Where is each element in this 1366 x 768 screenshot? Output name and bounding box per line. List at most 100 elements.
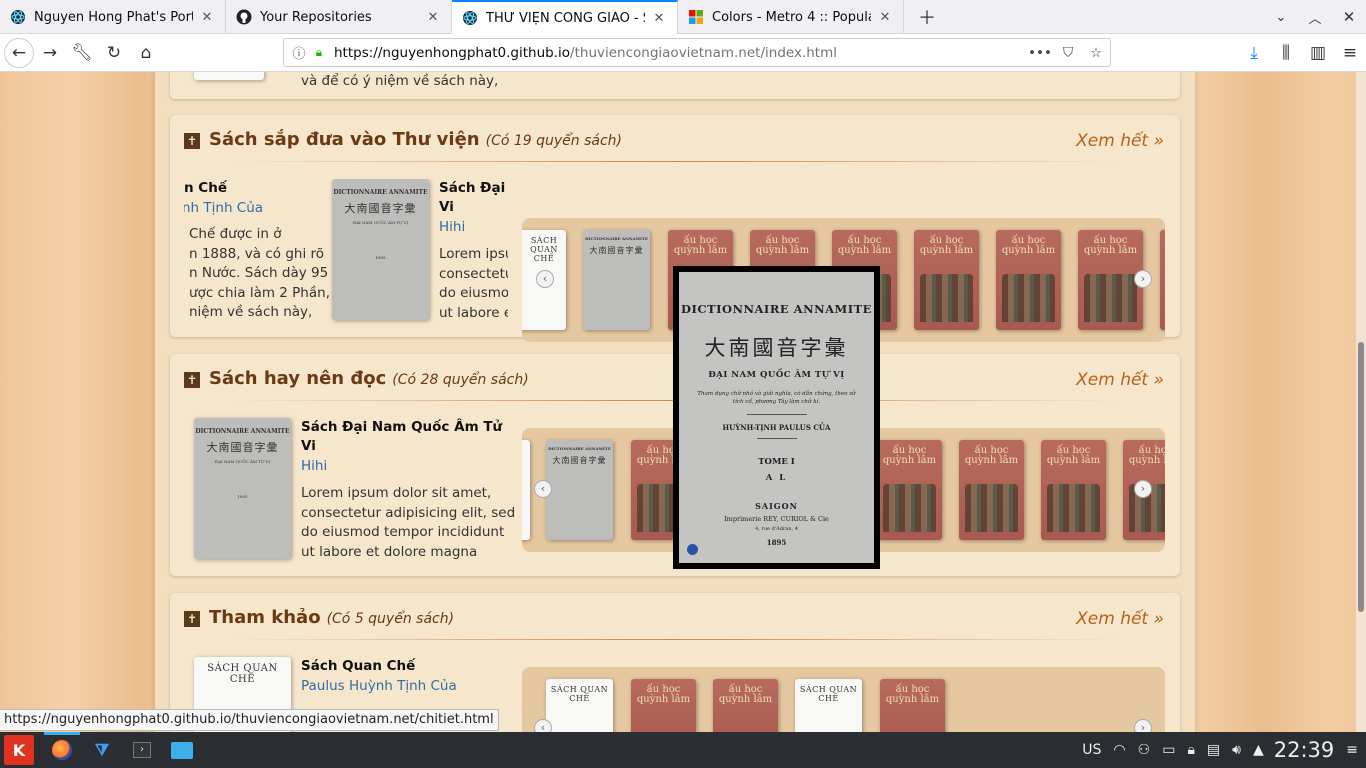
carousel-next-button[interactable]: › — [1134, 270, 1152, 288]
library-icon[interactable]: ⫼ — [1270, 37, 1302, 69]
bookmark-star-icon[interactable]: ☆ — [1082, 45, 1110, 61]
panel-menu-icon[interactable]: ≡ — [1346, 742, 1358, 758]
wrench-icon[interactable]: 🔧︎ — [66, 37, 98, 69]
section-heading: ✝ Sách hay nên đọc (Có 28 quyển sách) — [184, 368, 529, 389]
terminal-icon[interactable]: › — [122, 732, 162, 768]
sidebar-icon[interactable]: ▥ — [1302, 37, 1334, 69]
book-description: Chế được in ở n 1888, và có ghi rõ n Nướ… — [189, 226, 330, 320]
tab-portfolio[interactable]: Nguyen Hong Phat's Portfo ✕ — [0, 0, 226, 34]
book-cover[interactable]: SÁCH QUAN CHẾ — [795, 679, 862, 732]
home-button[interactable]: ⌂ — [130, 37, 162, 69]
book-title[interactable]: Sách Đại Nam Quốc Âm Tử Vi — [301, 418, 511, 456]
carousel-prev-button[interactable]: ‹ — [534, 719, 552, 732]
close-tab-icon[interactable]: ✕ — [425, 10, 441, 25]
section-count: (Có 28 quyển sách) — [392, 372, 529, 388]
section-heading: ✝ Sách sắp đưa vào Thư viện (Có 19 quyển… — [184, 129, 622, 150]
book-author[interactable]: Paulus Huỳnh Tịnh Của — [301, 677, 457, 696]
section-title: Sách hay nên đọc — [209, 368, 387, 389]
book-cover[interactable] — [1160, 230, 1165, 330]
book-cover[interactable]: DICTIONNAIRE ANNAMITE 大南國音字彙 ĐẠI NAM QUỐ… — [332, 179, 429, 320]
preview-address: 4, rue d'Adran, 4 — [755, 526, 798, 532]
book-title[interactable]: Sách Đại Vi — [439, 179, 508, 217]
tab-thu-vien[interactable]: THƯ VIỆN CÔNG GIÁO - Sit ✕ — [452, 0, 678, 34]
cover-title: ấu học quỳnh lâm — [755, 235, 810, 256]
volume-icon[interactable]: 🔊︎ — [1232, 742, 1241, 758]
pocket-icon[interactable]: ⛉ — [1054, 45, 1082, 61]
cover-title: SÁCH QUAN CHẾ — [799, 685, 858, 703]
reload-button[interactable]: ↻ — [98, 37, 130, 69]
book-author[interactable]: ynh Tịnh Của — [184, 199, 263, 218]
cover-title: DICTIONNAIRE ANNAMITE — [548, 446, 611, 451]
menu-icon[interactable]: ≡ — [1334, 37, 1366, 69]
cover-chinese: 大南國音字彙 — [206, 441, 279, 454]
cover-title: DICTIONNAIRE ANNAMITE — [585, 236, 648, 241]
carousel-next-button[interactable]: › — [1134, 719, 1152, 732]
cover-title: ấu học quỳnh lâm — [964, 445, 1019, 466]
download-icon[interactable]: ⤓ — [1238, 37, 1270, 69]
new-tab-button[interactable]: ＋ — [904, 0, 950, 34]
book-cover[interactable]: DICTIONNAIRE ANNAMITE 大南國音字彙 ĐẠI NAM QUỐ… — [194, 418, 291, 559]
book-author[interactable]: Hihi — [439, 218, 465, 237]
section-count: (Có 5 quyển sách) — [326, 611, 455, 627]
firefox-icon[interactable] — [42, 732, 82, 768]
react-icon — [10, 9, 26, 25]
app-launcher-icon[interactable]: K — [4, 735, 34, 765]
book-title[interactable]: Sách Quan Chế — [301, 657, 415, 676]
cover-title: SÁCH QUAN CHẾ — [207, 663, 278, 685]
url-bar[interactable]: ⓘ 🔒︎ https://nguyenhongphat0.github.io/t… — [283, 38, 1111, 67]
see-all-link[interactable]: Xem hết » — [1076, 370, 1164, 390]
carousel-prev-button[interactable]: ‹ — [534, 480, 552, 498]
chevron-down-icon[interactable]: ⌄ — [1264, 0, 1298, 34]
book-cover[interactable]: ấu học quỳnh lâm — [996, 230, 1061, 330]
battery-icon[interactable]: ▭ — [1162, 742, 1175, 758]
lock-screen-icon[interactable]: 🔒︎ — [1187, 742, 1194, 758]
close-tab-icon[interactable]: ✕ — [877, 10, 893, 25]
book-cover[interactable] — [194, 72, 264, 80]
close-window-button[interactable]: ✕ — [1332, 0, 1366, 34]
book-cover[interactable] — [522, 440, 530, 540]
clock[interactable]: 22:39 — [1274, 738, 1335, 762]
page-actions-icon[interactable]: ••• — [1026, 45, 1054, 61]
book-title[interactable]: n Chế — [184, 179, 324, 198]
book-cover[interactable]: ấu học quỳnh lâm — [959, 440, 1024, 540]
back-button[interactable]: ← — [4, 37, 34, 68]
book-cover[interactable]: DICTIONNAIRE ANNAMITE 大南國音字彙 — [546, 440, 613, 540]
book-cover[interactable]: ấu học quỳnh lâm — [877, 440, 942, 540]
url-host: https://nguyenhongphat0.github.io — [334, 44, 571, 61]
book-cover[interactable]: ấu học quỳnh lâm — [1041, 440, 1106, 540]
book-description: Lorem ipsu consectetu do eiusmo ut labor… — [439, 246, 508, 321]
tray-expand-icon[interactable]: ▲ — [1253, 742, 1264, 758]
section-heading: ✝ Tham khảo (Có 5 quyển sách) — [184, 607, 454, 628]
carousel-next-button[interactable]: › — [1134, 480, 1152, 498]
book-cover[interactable]: ấu học quỳnh lâm — [713, 679, 778, 732]
tab-metro-colors[interactable]: Colors - Metro 4 :: Popular ✕ — [678, 0, 904, 34]
see-all-link[interactable]: Xem hết » — [1076, 131, 1164, 151]
vscode-icon[interactable]: ⧩ — [82, 732, 122, 768]
keyboard-layout[interactable]: US — [1082, 742, 1101, 758]
cross-icon: ✝ — [184, 611, 200, 627]
book-author[interactable]: Hihi — [301, 457, 327, 476]
scrollbar-thumb[interactable] — [1358, 342, 1364, 612]
page-scrollbar[interactable] — [1356, 72, 1366, 732]
cover-title: SÁCH QUAN CHẾ — [530, 236, 558, 263]
book-cover[interactable]: ấu học quỳnh lâm — [631, 679, 696, 732]
minimize-button[interactable]: ︿ — [1298, 0, 1332, 34]
tab-repositories[interactable]: Your Repositories ✕ — [226, 0, 452, 34]
see-all-link[interactable]: Xem hết » — [1076, 609, 1164, 629]
section-count: (Có 19 quyển sách) — [485, 133, 623, 149]
wifi-icon[interactable]: ◠ — [1113, 742, 1125, 758]
info-icon[interactable]: ⓘ — [288, 43, 310, 62]
book-cover[interactable]: ấu học quỳnh lâm — [914, 230, 979, 330]
book-cover[interactable]: SÁCH QUAN CHẾ — [546, 679, 613, 732]
book-cover[interactable]: DICTIONNAIRE ANNAMITE 大南國音字彙 — [583, 230, 650, 330]
forward-button[interactable]: → — [34, 37, 66, 69]
cover-title: ấu học quỳnh lâm — [1001, 235, 1056, 256]
cover-title: ấu học quỳnh lâm — [1046, 445, 1101, 466]
close-tab-icon[interactable]: ✕ — [199, 10, 215, 25]
user-icon[interactable]: ⚇ — [1138, 742, 1151, 758]
file-manager-icon[interactable] — [162, 732, 202, 768]
carousel-prev-button[interactable]: ‹ — [536, 270, 554, 288]
book-cover[interactable]: ấu học quỳnh lâm — [880, 679, 945, 732]
clipboard-icon[interactable]: ▤ — [1207, 742, 1220, 758]
close-tab-icon[interactable]: ✕ — [651, 11, 667, 26]
